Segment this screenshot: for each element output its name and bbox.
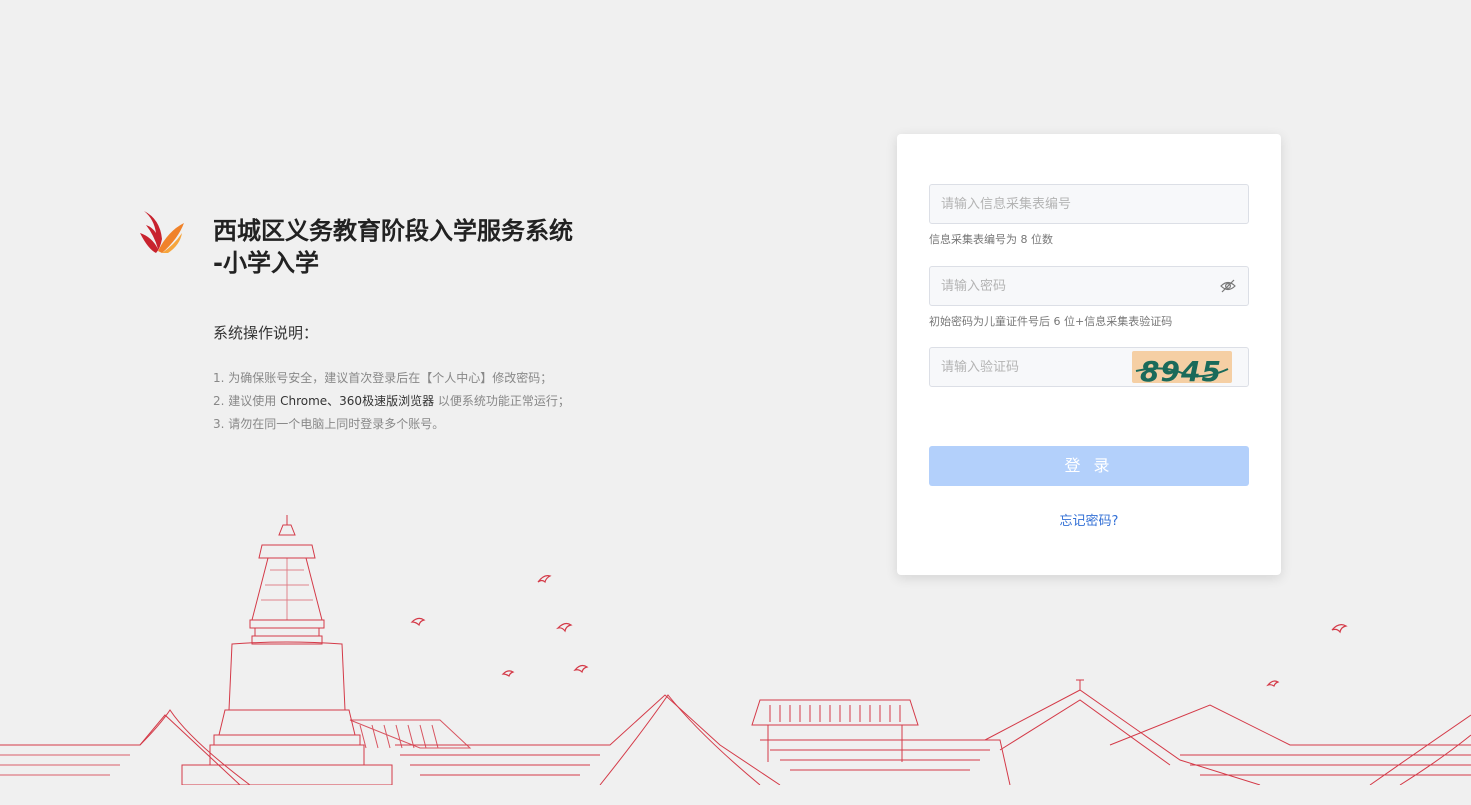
instructions-panel: 系统操作说明： 1. 为确保账号安全，建议首次登录后在【个人中心】修改密码； 2… [213,322,633,436]
password-input[interactable] [930,267,1248,305]
instructions-heading: 系统操作说明： [213,324,319,342]
login-button[interactable]: 登 录 [929,446,1249,486]
password-hint: 初始密码为儿童证件号后 6 位+信息采集表验证码 [929,315,1173,328]
instruction-item: 3. 请勿在同一个电脑上同时登录多个账号。 [213,417,445,431]
app-title-line1: 西城区义务教育阶段入学服务系统 [213,217,573,245]
phoenix-flame-icon [140,211,184,253]
instruction-item: 2. 建议使用 Chrome、360极速版浏览器 以便系统功能正常运行； [213,390,633,413]
login-page: 西城区义务教育阶段入学服务系统 -小学入学 系统操作说明： 1. 为确保账号安全… [0,0,1471,805]
login-card: 信息采集表编号为 8 位数 初始密码为儿童证件号后 6 位+信息采集表验证码 8… [897,134,1281,575]
password-field[interactable] [929,266,1249,306]
form-id-input[interactable] [930,185,1248,223]
eye-hidden-icon[interactable] [1220,279,1236,293]
roof-tiles-left [349,719,472,749]
app-title: 西城区义务教育阶段入学服务系统 -小学入学 [213,215,633,279]
app-title-line2: -小学入学 [213,249,319,277]
flying-birds [410,575,1348,687]
captcha-image[interactable]: 8945 [1132,351,1232,383]
instruction-text: 2. 建议使用 [213,394,281,408]
forgot-password-link[interactable]: 忘记密码? [897,510,1281,529]
browser-recommendation: Chrome、360极速版浏览器 [280,394,435,408]
instructions-list: 1. 为确保账号安全，建议首次登录后在【个人中心】修改密码； 2. 建议使用 C… [213,367,633,436]
form-id-field[interactable] [929,184,1249,224]
form-id-hint: 信息采集表编号为 8 位数 [929,233,1053,246]
white-stupa-drawing [181,515,393,785]
instruction-text: 以便系统功能正常运行； [434,394,570,408]
captcha-graphic[interactable]: 8945 [1132,351,1232,383]
instruction-item: 1. 为确保账号安全，建议首次登录后在【个人中心】修改密码； [213,371,553,385]
captcha-field[interactable]: 8945 [929,347,1249,387]
hall-roof-center [751,699,1011,785]
